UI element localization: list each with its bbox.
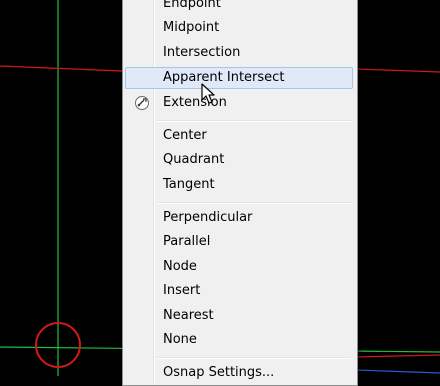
menu-item-apparent-intersect[interactable]: Apparent Intersect	[125, 67, 353, 89]
menu-separator	[157, 120, 351, 122]
menu-item-osnap-settings[interactable]: Osnap Settings...	[125, 362, 353, 384]
osnap-context-menu: Endpoint Midpoint Intersection Apparent …	[122, 0, 358, 386]
menu-item-center[interactable]: Center	[125, 125, 353, 147]
mouse-pointer-icon	[201, 83, 215, 104]
menu-item-label: Quadrant	[163, 152, 225, 167]
menu-item-perpendicular[interactable]: Perpendicular	[125, 207, 353, 229]
menu-item-label: Osnap Settings...	[163, 365, 275, 380]
menu-item-parallel[interactable]: Parallel	[125, 231, 353, 253]
menu-item-label: Intersection	[163, 45, 241, 60]
menu-item-label: Tangent	[163, 177, 215, 192]
menu-item-label: Perpendicular	[163, 210, 253, 225]
menu-separator	[157, 202, 351, 204]
menu-item-nearest[interactable]: Nearest	[125, 305, 353, 327]
menu-item-quadrant[interactable]: Quadrant	[125, 149, 353, 171]
menu-item-intersection[interactable]: Intersection	[125, 42, 353, 64]
menu-item-label: Apparent Intersect	[163, 70, 285, 85]
menu-item-label: Parallel	[163, 234, 211, 249]
menu-item-label: Node	[163, 259, 197, 274]
extension-snap-icon	[135, 96, 149, 110]
menu-item-tangent[interactable]: Tangent	[125, 174, 353, 196]
menu-item-midpoint[interactable]: Midpoint	[125, 17, 353, 39]
menu-item-label: None	[163, 332, 197, 347]
menu-item-endpoint[interactable]: Endpoint	[125, 0, 353, 15]
menu-item-label: Nearest	[163, 308, 214, 323]
menu-item-none[interactable]: None	[125, 329, 353, 351]
menu-item-insert[interactable]: Insert	[125, 280, 353, 302]
menu-separator	[157, 357, 351, 359]
menu-item-label: Endpoint	[163, 0, 221, 11]
menu-item-node[interactable]: Node	[125, 256, 353, 278]
menu-item-label: Extension	[163, 95, 227, 110]
menu-item-label: Insert	[163, 283, 201, 298]
menu-item-extension[interactable]: Extension	[125, 92, 353, 114]
menu-item-label: Center	[163, 128, 207, 143]
menu-item-label: Midpoint	[163, 20, 220, 35]
